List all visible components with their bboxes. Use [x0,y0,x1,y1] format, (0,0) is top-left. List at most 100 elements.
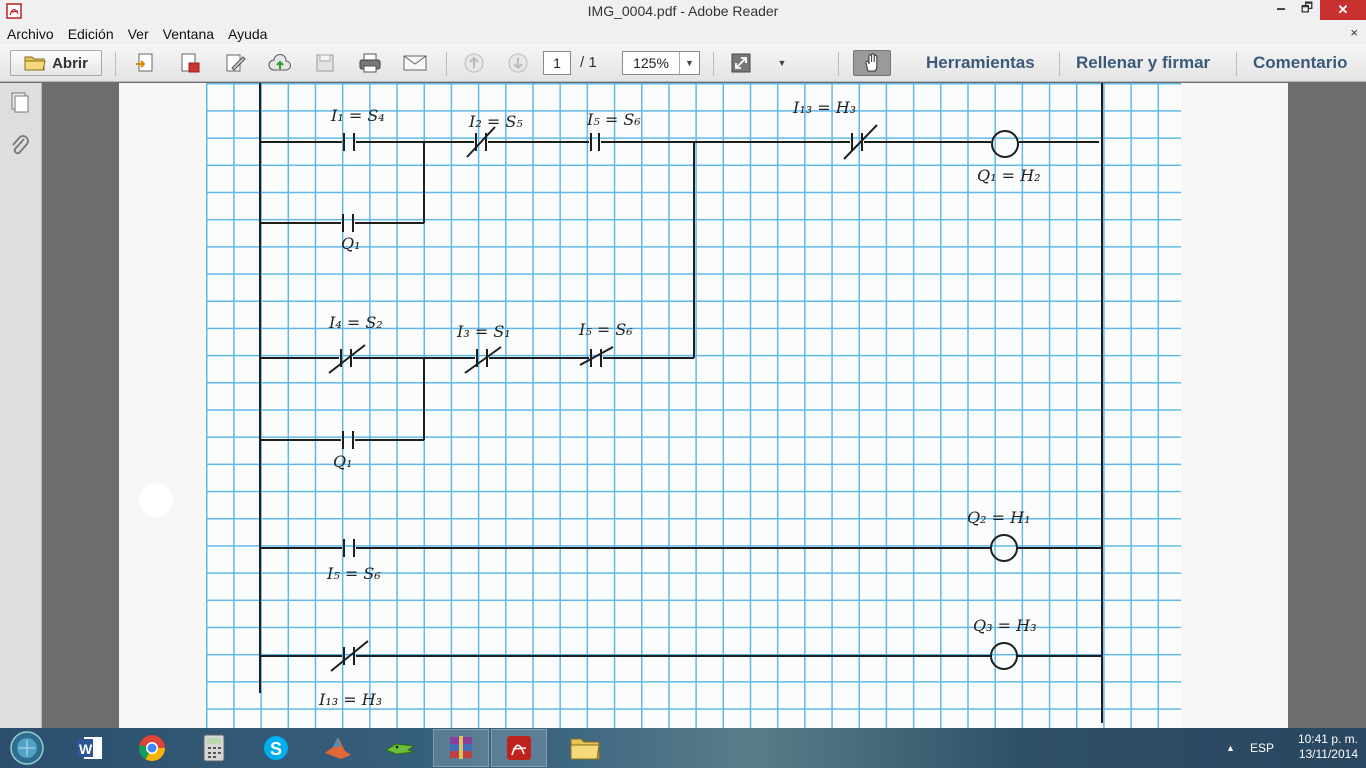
show-hidden-icons-button[interactable]: ▲ [1226,728,1235,768]
coil-label: Q₃ = H₃ [973,616,1036,635]
toolbar-separator [115,52,116,76]
printer-icon [359,53,381,73]
open-button[interactable]: Abrir [10,50,102,76]
skype-icon: S [264,736,288,760]
contact-label: I₁₃ = H₃ [792,98,856,117]
toolbar: Abrir 1 / 1 125% ▼ ▼ Herramientas Rellen… [0,44,1366,82]
save-button[interactable] [312,50,338,76]
fill-sign-pane-link[interactable]: Rellenar y firmar [1076,53,1210,73]
ladder-diagram: I₁ = S₄ I₂ = S₅ I₅ = S₆ I₁₃ = H₃ Q₁ = H₂… [259,83,1103,723]
hand-icon [865,53,878,72]
page-thumbnails-button[interactable] [8,91,32,118]
input-language-indicator[interactable]: ESP [1250,728,1274,768]
contact-label: I₁ = S₄ [330,106,385,125]
zoom-value: 125% [633,55,669,71]
hand-tool-button[interactable] [853,50,891,76]
close-document-button[interactable]: × [1350,25,1358,40]
window-title: IMG_0004.pdf - Adobe Reader [587,3,779,19]
cloud-upload-icon [268,54,291,71]
comment-pane-link[interactable]: Comentario [1253,53,1347,73]
minimize-button[interactable]: 🗕 [1268,0,1294,20]
open-label: Abrir [52,54,88,72]
print-button[interactable] [356,50,384,76]
menu-ayuda[interactable]: Ayuda [228,26,267,42]
page-total: / 1 [580,54,597,71]
adobe-reader-icon [507,736,531,760]
matlab-icon [325,737,351,759]
contact-label: I₃ = S₁ [456,322,511,341]
menu-ventana[interactable]: Ventana [163,26,214,42]
toolbar-options-dropdown[interactable]: ▼ [773,50,791,76]
toolbar-separator [446,52,447,76]
contact-label: Q₁ [341,234,361,253]
toolbar-separator [838,52,839,76]
taskbar-adobe-reader[interactable] [491,729,547,767]
zoom-select[interactable]: 125% ▼ [622,51,700,75]
restore-button[interactable]: 🗗 [1294,0,1320,20]
menu-ver[interactable]: Ver [128,26,149,42]
previous-page-button[interactable] [461,50,487,76]
taskbar-chrome[interactable] [124,729,180,767]
chevron-down-icon[interactable]: ▼ [679,52,699,74]
toolbar-separator [713,52,714,76]
contact-label: I₂ = S₅ [468,112,523,131]
arrow-up-circle-icon [464,53,484,73]
edit-pdf-button[interactable] [222,50,248,76]
contact-label: I₅ = S₆ [586,110,641,129]
fit-page-button[interactable] [728,50,754,76]
clock-time: 10:41 p. m. [1297,732,1358,746]
toolbar-separator [1059,52,1060,76]
svg-text:W: W [79,741,93,757]
attachments-button[interactable] [9,133,31,160]
document-arrows-icon [136,53,153,72]
save-icon [316,54,334,72]
clock[interactable]: 10:41 p. m. 13/11/2014 [1278,732,1358,762]
taskbar-crocodile-clips[interactable] [372,729,428,767]
taskbar: W S ▲ ESP 10:41 p. m. 13/11/2014 [0,728,1366,768]
toolbar-separator [1236,52,1237,76]
word-icon: W [77,737,102,759]
chrome-icon [138,735,166,762]
menu-bar: Archivo Edición Ver Ventana Ayuda × [0,23,1366,44]
document-page: I₁ = S₄ I₂ = S₅ I₅ = S₆ I₁₃ = H₃ Q₁ = H₂… [119,83,1288,728]
email-button[interactable] [401,50,429,76]
export-pdf-button[interactable] [177,50,203,76]
upload-button[interactable] [266,50,294,76]
create-pdf-button[interactable] [132,50,158,76]
pdf-export-icon [181,53,200,73]
contact-label: I₁₃ = H₃ [318,690,382,709]
folder-icon [24,56,46,71]
taskbar-matlab[interactable] [310,729,366,767]
taskbar-word[interactable]: W [62,729,118,767]
taskbar-file-explorer[interactable] [557,729,613,767]
menu-archivo[interactable]: Archivo [7,26,54,42]
calculator-icon [203,734,225,762]
taskbar-winrar[interactable] [433,729,489,767]
windows-start-icon [10,731,44,765]
contact-label: I₄ = S₂ [328,313,383,332]
close-window-button[interactable]: ✕ [1320,0,1366,20]
svg-text:S: S [270,739,282,759]
pages-icon [11,92,29,113]
clock-date: 13/11/2014 [1298,747,1358,761]
contact-label: Q₁ [333,452,353,471]
winrar-icon [450,736,472,759]
page-number-input[interactable]: 1 [543,51,571,75]
start-button[interactable] [2,729,52,767]
arrow-down-circle-icon [508,53,528,73]
expand-arrows-icon [731,53,751,73]
envelope-icon [403,55,427,71]
navigation-panel [0,83,42,728]
folder-icon [570,738,600,760]
paperclip-icon [12,135,29,155]
next-page-button[interactable] [505,50,531,76]
contact-label: I₅ = S₆ [326,564,381,583]
taskbar-skype[interactable]: S [248,729,304,767]
contact-label: I₅ = S₆ [578,320,633,339]
taskbar-calculator[interactable] [186,729,242,767]
menu-edicion[interactable]: Edición [68,26,114,42]
crocodile-icon [384,743,416,755]
coil-label: Q₂ = H₁ [967,508,1030,527]
tools-pane-link[interactable]: Herramientas [926,53,1035,73]
edit-document-icon [226,54,246,72]
